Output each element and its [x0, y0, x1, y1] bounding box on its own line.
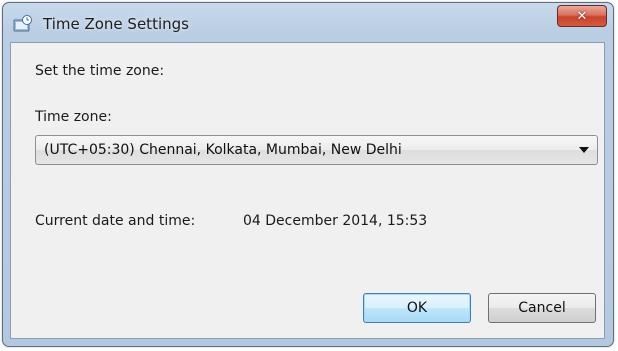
- dialog-window: Time Zone Settings ✕ Set the time zone: …: [2, 2, 614, 347]
- timezone-selected-value: (UTC+05:30) Chennai, Kolkata, Mumbai, Ne…: [44, 142, 402, 158]
- chevron-down-icon: [579, 147, 589, 153]
- window-title: Time Zone Settings: [43, 15, 189, 33]
- title-bar[interactable]: Time Zone Settings ✕: [3, 3, 613, 41]
- current-datetime-label: Current date and time:: [35, 213, 196, 229]
- timezone-dropdown[interactable]: (UTC+05:30) Chennai, Kolkata, Mumbai, Ne…: [35, 135, 598, 165]
- current-datetime-value: 04 December 2014, 15:53: [243, 213, 428, 229]
- ok-button[interactable]: OK: [363, 293, 471, 323]
- timezone-label: Time zone:: [35, 109, 112, 125]
- close-button[interactable]: ✕: [557, 5, 607, 27]
- set-timezone-prompt: Set the time zone:: [35, 63, 165, 79]
- clock-settings-icon: [13, 15, 33, 33]
- close-icon: ✕: [576, 8, 588, 24]
- cancel-button[interactable]: Cancel: [488, 293, 596, 323]
- dialog-body: Set the time zone: Time zone: (UTC+05:30…: [10, 42, 605, 339]
